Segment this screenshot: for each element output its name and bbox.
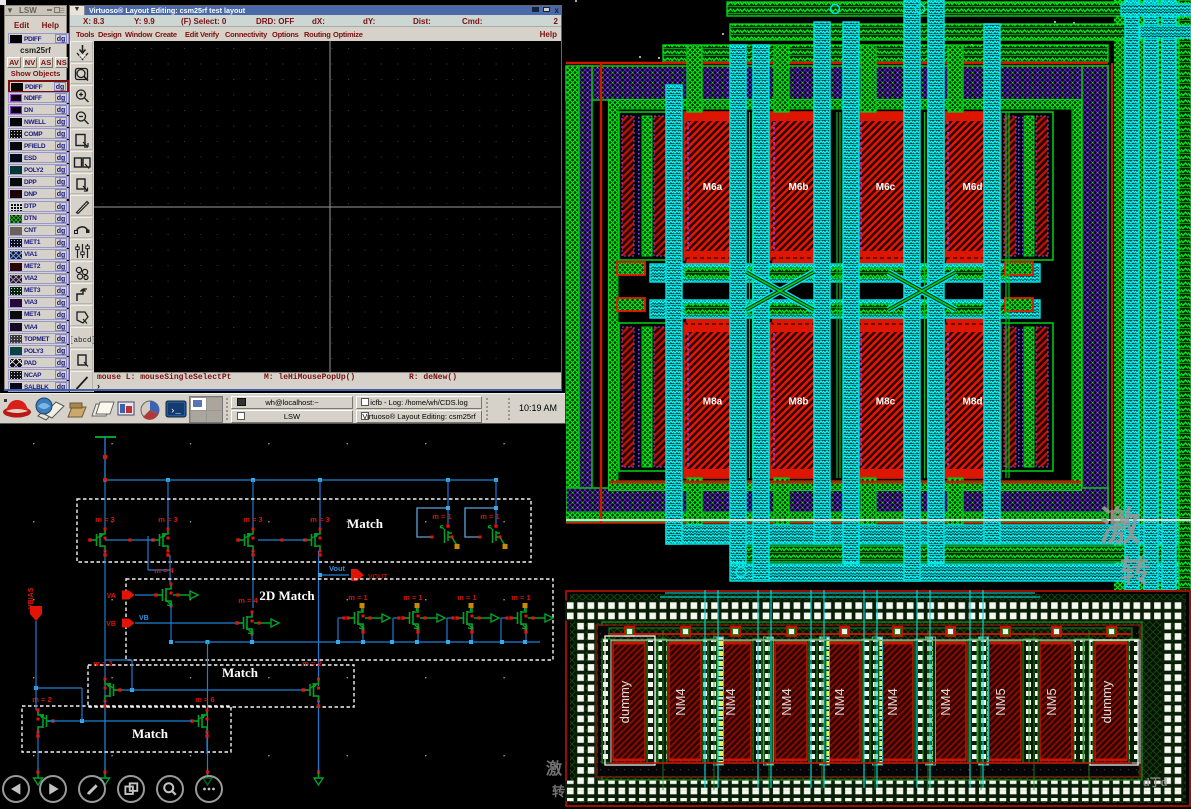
svg-text:VB: VB xyxy=(106,621,116,628)
svg-text:转: 转 xyxy=(1120,556,1150,589)
svg-text:[abcd]: [abcd] xyxy=(71,337,94,345)
svg-text:NM4: NM4 xyxy=(673,688,688,715)
svg-text:Vout: Vout xyxy=(329,564,346,573)
svg-text:m = 1: m = 1 xyxy=(480,512,499,521)
svg-text:Match: Match xyxy=(222,665,259,680)
svg-text:m = 1: m = 1 xyxy=(432,512,451,521)
svg-text:M8a: M8a xyxy=(703,397,723,408)
svg-text:m = 2: m = 2 xyxy=(302,659,321,668)
svg-text:m = 1: m = 1 xyxy=(403,593,422,602)
svg-text:NM5: NM5 xyxy=(993,688,1008,715)
svg-text:m = 1: m = 1 xyxy=(457,593,476,602)
svg-text:VB: VB xyxy=(139,615,149,622)
svg-text:m = 3: m = 3 xyxy=(158,515,177,524)
svg-text:VOUT: VOUT xyxy=(368,574,388,581)
svg-text:激: 激 xyxy=(546,759,562,778)
svg-text:m = 3: m = 3 xyxy=(243,515,262,524)
svg-text:dummy: dummy xyxy=(617,680,632,723)
svg-text:m = 6: m = 6 xyxy=(195,695,214,704)
svg-text:激: 激 xyxy=(1100,505,1140,549)
svg-text:NM4: NM4 xyxy=(938,688,953,715)
svg-text:M6d: M6d xyxy=(963,182,983,193)
svg-text:m = 2: m = 2 xyxy=(32,695,51,704)
svg-text:d丁d: d丁d xyxy=(1143,776,1167,789)
svg-text:NM4: NM4 xyxy=(779,688,794,715)
svg-text:转: 转 xyxy=(552,784,565,799)
svg-text:m = 1: m = 1 xyxy=(511,593,530,602)
svg-text:M8b: M8b xyxy=(789,397,809,408)
svg-text:M6b: M6b xyxy=(789,182,809,193)
svg-text:m = 3: m = 3 xyxy=(95,515,114,524)
svg-text:Match: Match xyxy=(347,516,384,531)
svg-text:M8c: M8c xyxy=(876,397,896,408)
svg-text:NM5: NM5 xyxy=(1044,688,1059,715)
svg-text:dummy: dummy xyxy=(1099,680,1114,723)
svg-text:m = 3: m = 3 xyxy=(310,515,329,524)
svg-text:VBIAS: VBIAS xyxy=(28,587,35,609)
svg-text:m = 4: m = 4 xyxy=(238,596,258,605)
svg-text:NM4: NM4 xyxy=(832,688,847,715)
svg-text:Match: Match xyxy=(132,726,169,741)
svg-text:m = 4: m = 4 xyxy=(154,566,174,575)
svg-text:M6a: M6a xyxy=(703,182,723,193)
svg-text:›_: ›_ xyxy=(170,406,181,416)
svg-text:M8d: M8d xyxy=(963,397,983,408)
svg-text:2D Match: 2D Match xyxy=(259,588,315,603)
svg-text:VA: VA xyxy=(107,593,116,600)
svg-text:NM4: NM4 xyxy=(885,688,900,715)
svg-text:NM4: NM4 xyxy=(723,688,738,715)
svg-text:m = 1: m = 1 xyxy=(348,593,367,602)
svg-text:M6c: M6c xyxy=(876,182,896,193)
